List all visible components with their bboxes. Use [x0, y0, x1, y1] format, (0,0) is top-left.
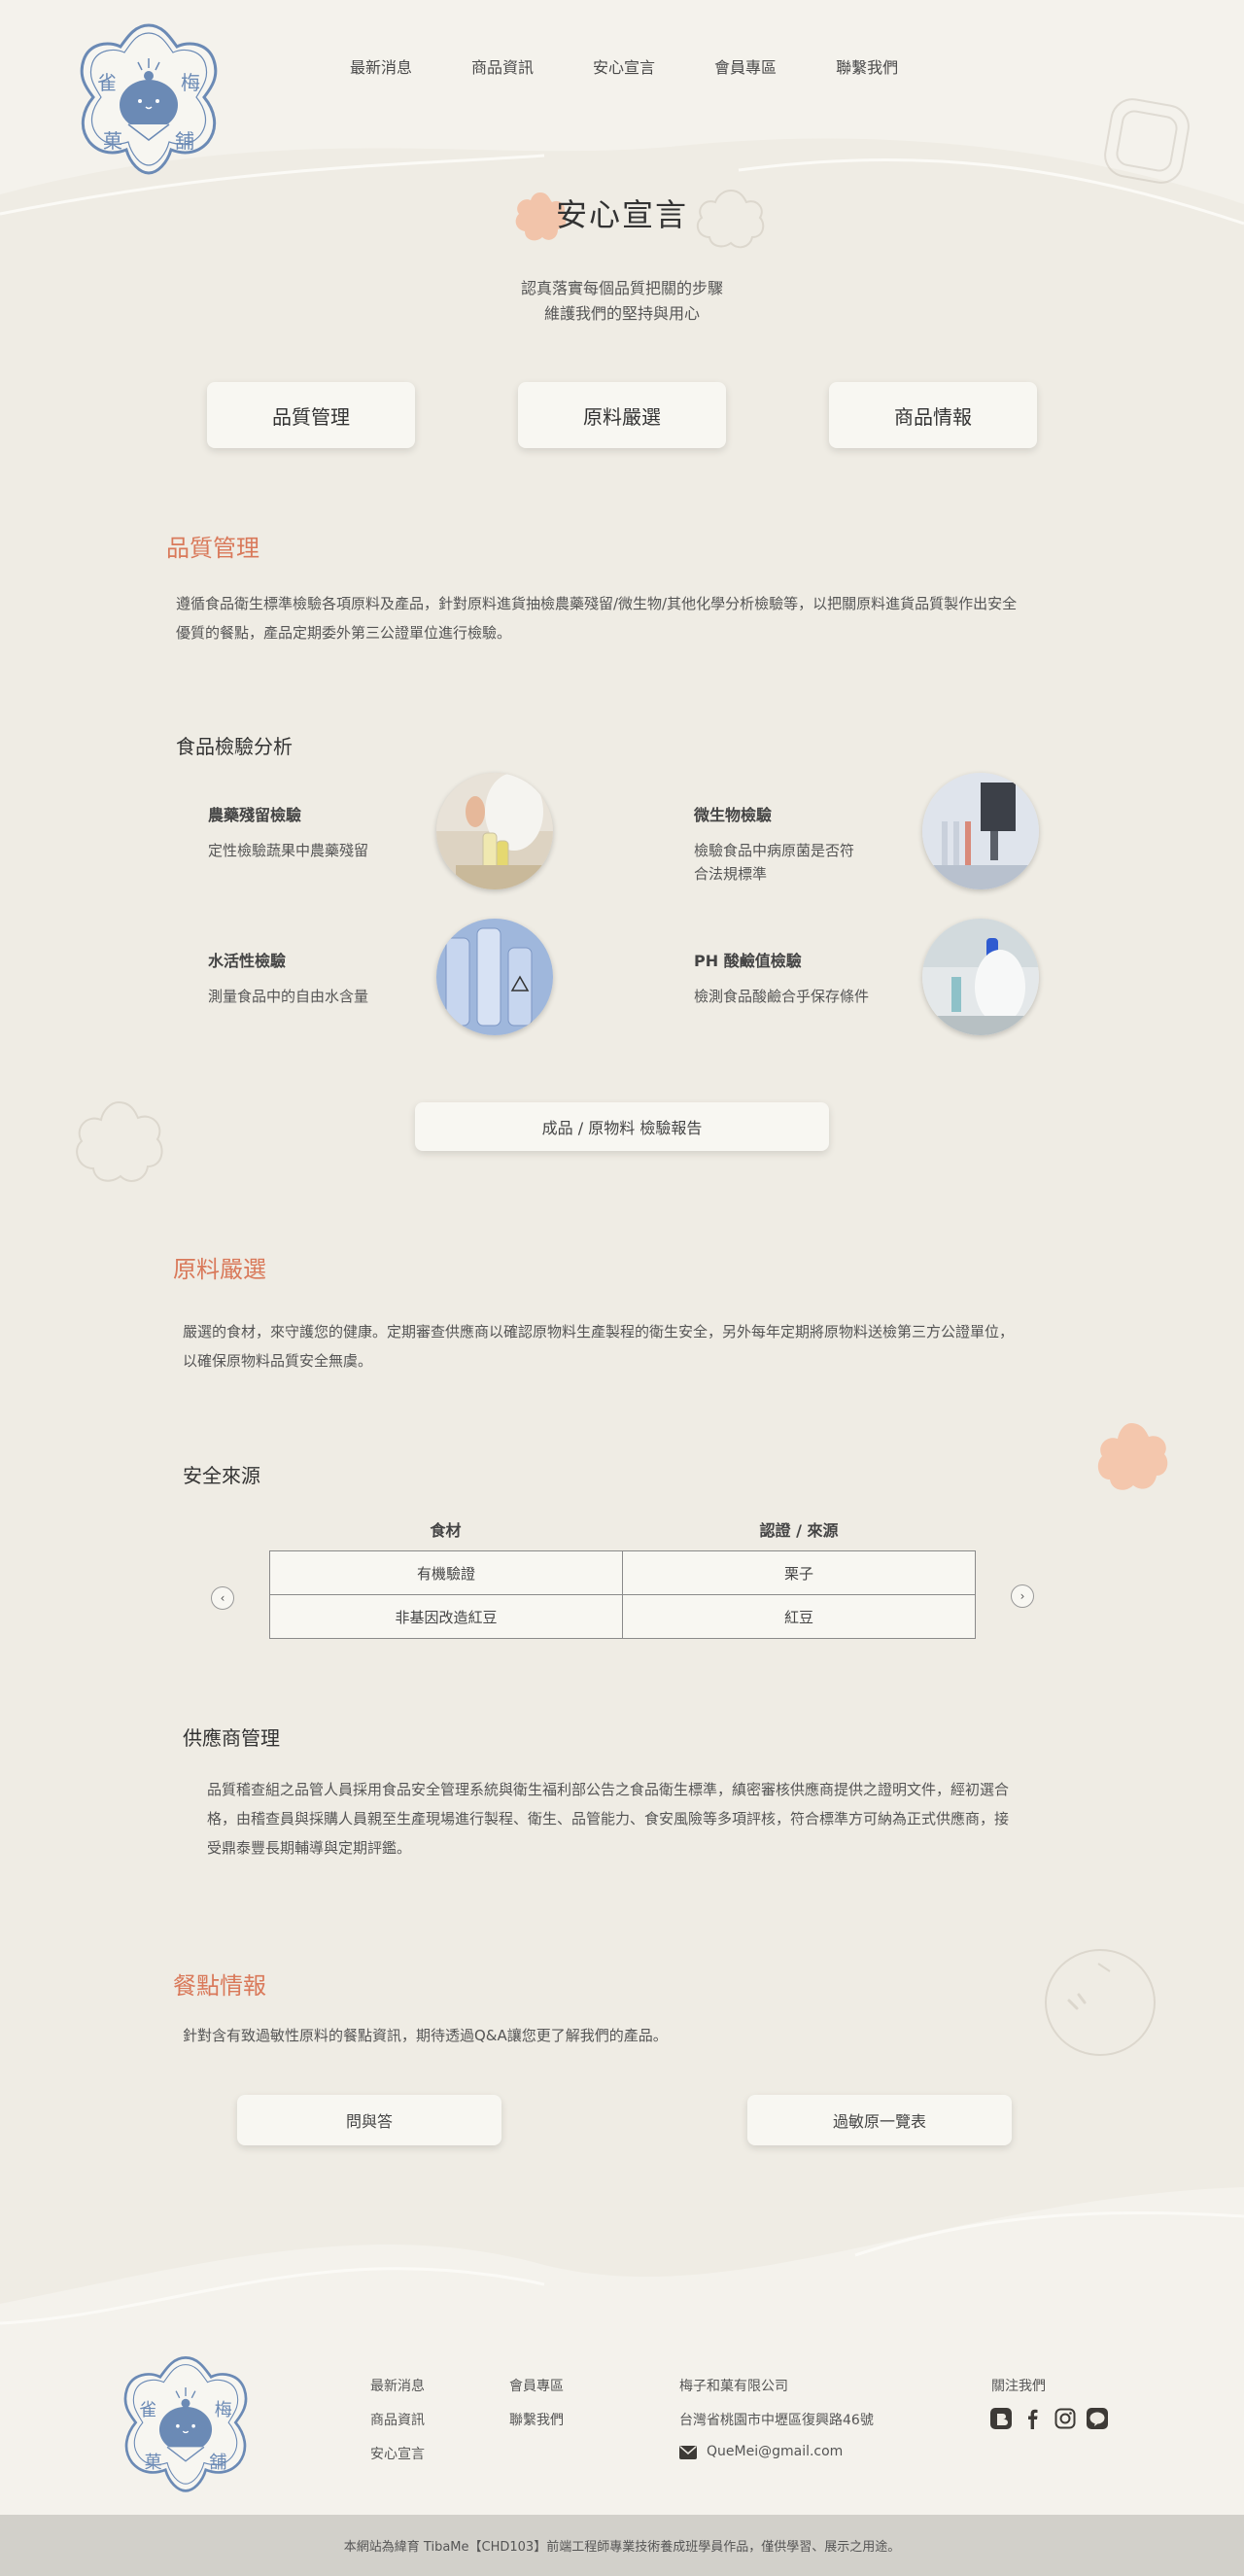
flower-outline-decoration-left [76, 1100, 163, 1182]
nav-products[interactable]: 商品資訊 [471, 54, 534, 78]
pesticide-test-photo [436, 773, 553, 889]
table-prev-button[interactable]: ‹ [211, 1586, 234, 1610]
test-desc-ph: 檢測食品酸鹼合乎保存條件 [694, 988, 870, 1005]
table-row: 非基因改造紅豆 紅豆 [269, 1594, 976, 1639]
quality-text-1: 遵循食品衛生標準檢驗各項原料及產品，針對原料進貨抽檢農藥殘留/微生物/其他化學分… [176, 595, 1018, 612]
instagram-icon[interactable] [1054, 2407, 1077, 2430]
tab-ingredients[interactable]: 原料嚴選 [518, 382, 726, 448]
test-desc-pesticide: 定性檢驗蔬果中農藥殘留 [208, 842, 369, 859]
chevron-right-icon: › [1019, 1589, 1025, 1603]
social-links [989, 2407, 1109, 2430]
test-desc-microbe-1: 檢驗食品中病原菌是否符 [694, 842, 855, 859]
allergen-list-button[interactable]: 過敏原一覽表 [747, 2095, 1012, 2145]
nav-declaration[interactable]: 安心宣言 [593, 54, 655, 78]
inspection-report-button[interactable]: 成品 / 原物料 檢驗報告 [415, 1102, 829, 1151]
svg-text:舖: 舖 [175, 129, 194, 153]
line-icon[interactable] [1086, 2407, 1109, 2430]
test-name-water: 水活性檢驗 [208, 952, 287, 970]
ingredients-text-2: 以確保原物料品質安全無虞。 [183, 1352, 373, 1370]
chevron-left-icon: ‹ [220, 1591, 225, 1605]
main-nav: 最新消息 商品資訊 安心宣言 會員專區 聯繫我們 [350, 54, 898, 78]
test-desc-microbe-2: 合法規標準 [694, 865, 768, 883]
table-row: 有機驗證 栗子 [269, 1550, 976, 1595]
table-next-button[interactable]: › [1011, 1584, 1034, 1608]
microbe-test-photo [922, 773, 1039, 889]
ph-test-photo [922, 919, 1039, 1035]
nav-members[interactable]: 會員專區 [714, 54, 777, 78]
ingredients-text-1: 嚴選的食材，來守護您的健康。定期審查供應商以確認原物料生產製程的衛生安全，另外每… [183, 1323, 1015, 1340]
supplier-text-3: 受鼎泰豐長期輔導與定期評鑑。 [207, 1839, 412, 1857]
svg-text:梅: 梅 [215, 2400, 232, 2420]
test-name-microbe: 微生物檢驗 [694, 806, 773, 824]
footer-link-declaration[interactable]: 安心宣言 [370, 2444, 425, 2463]
table-header-source: 認證 / 來源 [759, 1521, 839, 1540]
mascot-outline-decoration [1045, 1949, 1156, 2056]
hero-subtitle-1: 認真落實每個品質把關的步驟 [520, 279, 723, 297]
facebook-icon[interactable] [1021, 2407, 1045, 2430]
test-name-ph: PH 酸鹼值檢驗 [694, 952, 802, 970]
nav-contact[interactable]: 聯繫我們 [836, 54, 898, 78]
svg-text:菓: 菓 [145, 2453, 162, 2473]
table-cell: 紅豆 [622, 1594, 976, 1639]
footer-address: 台灣省桃園市中壢區復興路46號 [679, 2413, 874, 2428]
tab-quality[interactable]: 品質管理 [207, 382, 415, 448]
table-header-ingredient: 食材 [430, 1521, 462, 1540]
footer-link-members[interactable]: 會員專區 [509, 2376, 564, 2395]
source-title: 安全來源 [183, 1464, 260, 1487]
blogger-icon[interactable] [989, 2407, 1013, 2430]
quality-title: 品質管理 [166, 535, 259, 562]
test-name-pesticide: 農藥殘留檢驗 [208, 806, 302, 824]
table-cell: 非基因改造紅豆 [269, 1594, 623, 1639]
footer-logo[interactable]: 雀 梅 菓 舖 [115, 2352, 257, 2494]
product-info-title: 餐點情報 [173, 1972, 266, 2000]
test-desc-water: 測量食品中的自由水含量 [208, 988, 369, 1005]
table-cell: 有機驗證 [269, 1550, 623, 1595]
ingredients-title: 原料嚴選 [173, 1256, 266, 1283]
flower-decoration-right [1097, 1423, 1168, 1490]
brand-logo[interactable]: 雀 梅 菓 舖 [70, 19, 227, 177]
source-table: 有機驗證 栗子 非基因改造紅豆 紅豆 [269, 1550, 976, 1639]
footer-link-contact[interactable]: 聯繫我們 [509, 2410, 564, 2429]
hero-subtitle-2: 維護我們的堅持與用心 [543, 304, 700, 323]
footer-company: 梅子和菓有限公司 [679, 2379, 788, 2394]
mail-icon [679, 2446, 697, 2459]
footer-email[interactable]: QueMei@gmail.com [707, 2444, 843, 2459]
product-info-text: 針對含有致過敏性原料的餐點資訊，期待透過Q&A讓您更了解我們的產品。 [183, 2027, 668, 2044]
footer-follow-label: 關注我們 [991, 2379, 1046, 2394]
copyright-bar: 本網站為緯育 TibaMe【CHD103】前端工程師專業技術養成班學員作品，僅供… [0, 2515, 1244, 2576]
faq-button[interactable]: 問與答 [237, 2095, 501, 2145]
water-test-photo [436, 919, 553, 1035]
supplier-text-1: 品質稽查組之品管人員採用食品安全管理系統與衛生福利部公告之食品衛生標準，縝密審核… [207, 1781, 1010, 1798]
nav-news[interactable]: 最新消息 [350, 54, 412, 78]
svg-text:雀: 雀 [97, 71, 117, 94]
supplier-title: 供應商管理 [183, 1726, 280, 1750]
footer-link-products[interactable]: 商品資訊 [370, 2410, 425, 2429]
svg-text:雀: 雀 [139, 2400, 156, 2420]
tab-product-info[interactable]: 商品情報 [829, 382, 1037, 448]
quality-text-2: 優質的餐點，產品定期委外第三公證單位進行檢驗。 [176, 624, 512, 642]
svg-text:舖: 舖 [209, 2453, 226, 2473]
table-cell: 栗子 [622, 1550, 976, 1595]
analysis-title: 食品檢驗分析 [176, 735, 293, 758]
footer-link-news[interactable]: 最新消息 [370, 2376, 425, 2395]
svg-text:菓: 菓 [103, 129, 122, 153]
svg-text:梅: 梅 [181, 71, 200, 94]
copyright-text: 本網站為緯育 TibaMe【CHD103】前端工程師專業技術養成班學員作品，僅供… [343, 2540, 901, 2555]
page-title: 安心宣言 [555, 196, 688, 233]
supplier-text-2: 格，由稽查員與採購人員親至生產現場進行製程、衛生、品管能力、食安風險等多項評核，… [207, 1810, 1010, 1828]
